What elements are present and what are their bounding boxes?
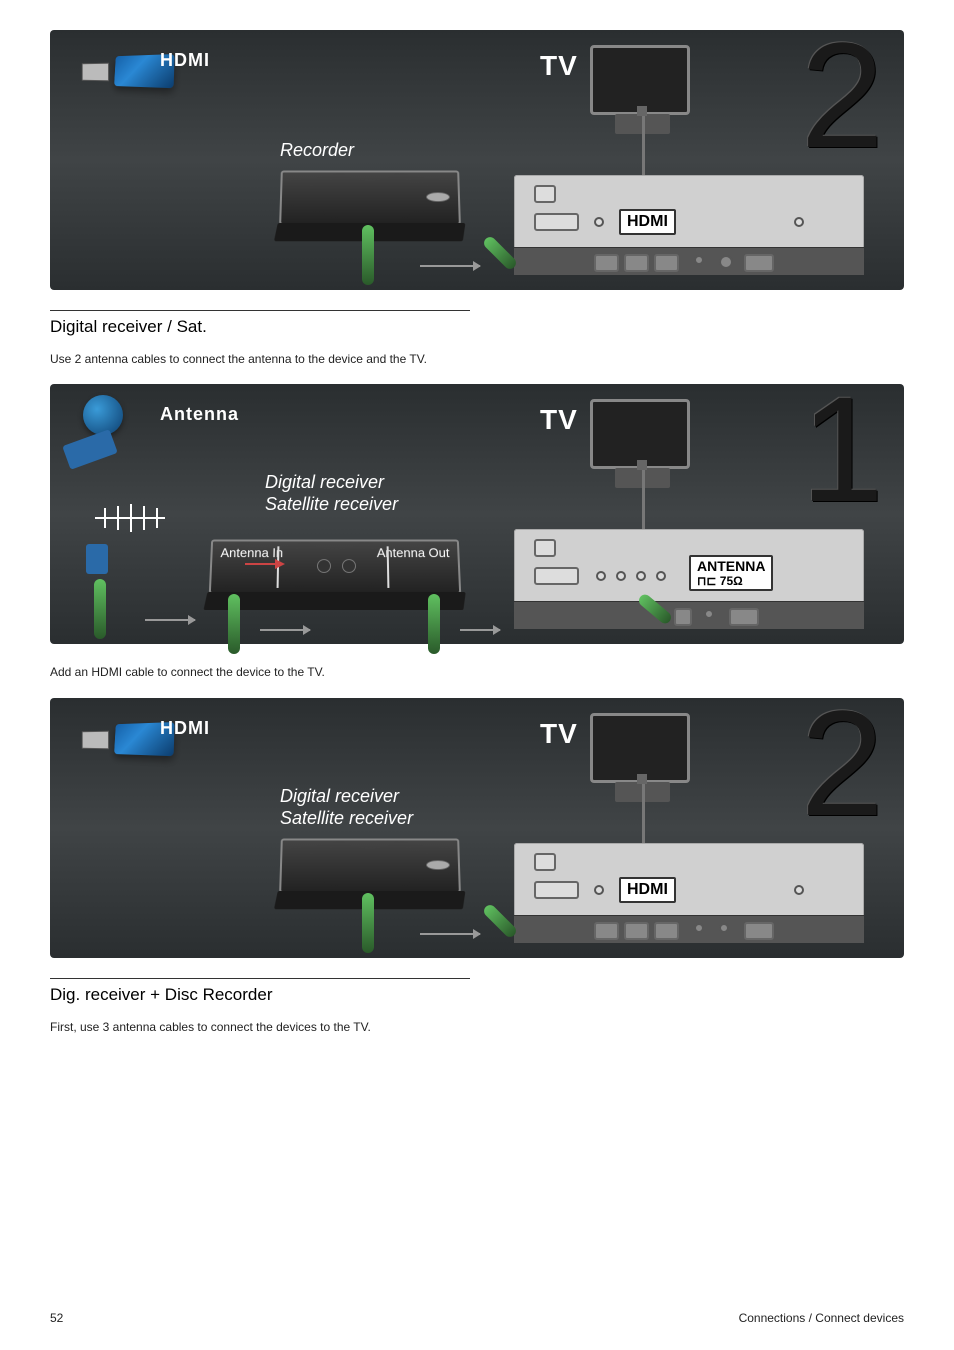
- arrow-icon: [145, 619, 195, 621]
- device-label-line2: Satellite receiver: [280, 808, 413, 829]
- hdmi-connector-icon: [65, 713, 175, 768]
- hdmi-connector-icon: [65, 45, 175, 100]
- section-heading-dig-receiver-recorder: Dig. receiver + Disc Recorder: [50, 978, 470, 1013]
- tv-icon: [590, 399, 690, 469]
- arrow-icon: [245, 556, 285, 558]
- hdmi-cable-icon: [362, 893, 374, 953]
- connector-label: HDMI: [160, 718, 210, 739]
- connector-label: HDMI: [160, 50, 210, 71]
- connector-label: Antenna: [160, 404, 239, 425]
- device-label-line1: Digital receiver: [265, 472, 384, 493]
- body-text-3-antenna: First, use 3 antenna cables to connect t…: [50, 1019, 470, 1036]
- page-number: 52: [50, 1311, 63, 1325]
- arrow-icon: [420, 933, 480, 935]
- device-label-line1: Digital receiver: [280, 786, 399, 807]
- receiver-device-icon: [279, 838, 461, 892]
- step-number: 2: [801, 20, 884, 170]
- chapter-label: Connections / Connect devices: [739, 1311, 904, 1325]
- antenna-cable-icon: [428, 594, 440, 654]
- tv-label: TV: [540, 50, 578, 82]
- tv-icon: [590, 713, 690, 783]
- hdmi-port-label: HDMI: [619, 209, 676, 235]
- diagram-receiver-antenna: 1 Antenna Digital receiver Satellite rec…: [50, 384, 904, 644]
- recorder-device-icon: [279, 171, 461, 225]
- antenna-connector-icon: [65, 399, 125, 439]
- page-footer: 52 Connections / Connect devices: [50, 1311, 904, 1325]
- tv-label: TV: [540, 718, 578, 750]
- body-text-hdmi: Add an HDMI cable to connect the device …: [50, 664, 470, 681]
- rf-plug-icon: [86, 544, 108, 574]
- body-text-antenna: Use 2 antenna cables to connect the ante…: [50, 351, 470, 368]
- device-label-line2: Satellite receiver: [265, 494, 398, 515]
- arrow-icon: [460, 629, 500, 631]
- antenna-cable-icon: [228, 594, 240, 654]
- tv-label: TV: [540, 404, 578, 436]
- hdmi-port-label: HDMI: [619, 877, 676, 903]
- antenna-cable-icon: [94, 579, 106, 639]
- cable-into-port-icon: [637, 593, 674, 627]
- arrow-icon: [420, 265, 480, 267]
- section-heading-digital-receiver: Digital receiver / Sat.: [50, 310, 470, 345]
- tv-icon: [590, 45, 690, 115]
- tv-port-panel: ANTENNA ⊓⊏ 75Ω: [514, 529, 864, 629]
- arrow-icon: [260, 629, 310, 631]
- roof-antenna-icon: [90, 504, 170, 532]
- step-number: 2: [801, 688, 884, 838]
- tv-port-panel: HDMI: [514, 843, 864, 943]
- diagram-receiver-hdmi: 2 HDMI Digital receiver Satellite receiv…: [50, 698, 904, 958]
- antenna-port-label: ANTENNA ⊓⊏ 75Ω: [689, 555, 773, 591]
- tv-port-panel: HDMI: [514, 175, 864, 275]
- hdmi-cable-icon: [362, 225, 374, 285]
- cable-into-port-icon: [482, 902, 519, 939]
- device-label: Recorder: [280, 140, 354, 161]
- diagram-recorder-hdmi: 2 HDMI Recorder TV HDMI: [50, 30, 904, 290]
- step-number: 1: [801, 374, 884, 524]
- cable-into-port-icon: [482, 235, 519, 272]
